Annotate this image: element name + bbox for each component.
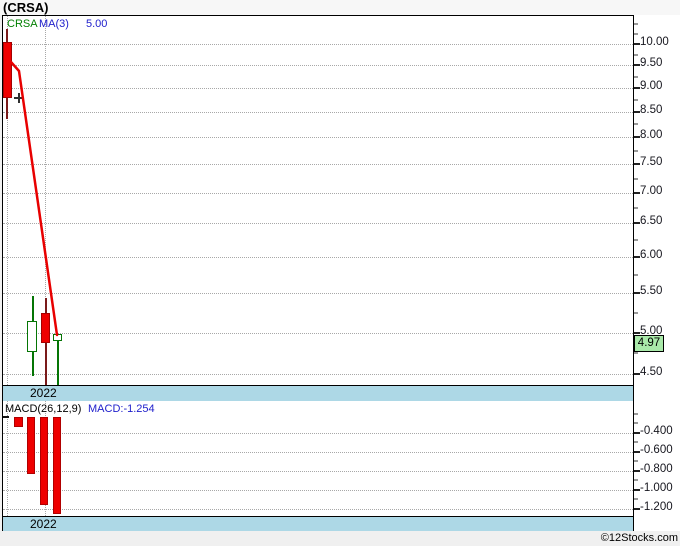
price-axis-label: 6.50 xyxy=(640,215,663,227)
gridline-h xyxy=(3,471,633,472)
price-axis-minor-tick xyxy=(634,150,638,152)
price-axis-label: 7.00 xyxy=(640,185,663,197)
macd-axis-minor-tick xyxy=(634,441,638,443)
macd-bar-3 xyxy=(40,417,48,505)
price-axis-minor-tick xyxy=(634,123,638,125)
price-axis-minor-tick xyxy=(634,54,638,56)
legend-ma-label: MA(3) xyxy=(39,18,69,30)
copyright-link[interactable]: ©12Stocks.com xyxy=(478,531,678,546)
macd-bar-1 xyxy=(14,417,23,427)
price-xaxis-year: 2022 xyxy=(30,386,57,400)
macd-axis-minor-tick xyxy=(634,479,638,481)
price-axis-minor-tick xyxy=(634,99,638,101)
macd-legend-value: MACD:-1.254 xyxy=(88,403,155,415)
macd-axis-minor-tick xyxy=(634,498,638,500)
macd-axis-label: -0.800 xyxy=(640,463,673,475)
macd-panel: MACD(26,12,9) MACD:-1.254 2022 xyxy=(2,400,634,531)
gridline-h xyxy=(3,433,633,434)
gridline-h xyxy=(3,490,633,491)
gridline-h xyxy=(3,452,633,453)
price-axis-label: 10.00 xyxy=(640,36,669,48)
gridline-v xyxy=(7,401,8,516)
price-panel: CRSA MA(3) 5.00 2022 xyxy=(2,15,634,401)
price-xaxis-band: 2022 xyxy=(3,385,633,401)
ma3-line xyxy=(9,60,59,337)
macd-xaxis-band: 2022 xyxy=(3,516,633,531)
gridline-h xyxy=(3,509,633,510)
macd-axis-minor-tick xyxy=(634,413,638,415)
price-axis-minor-tick xyxy=(634,239,638,241)
macd-axis-minor-tick xyxy=(634,422,638,424)
stock-chart-widget: (CRSA) CRSA MA(3) 5.00 2022 10.00 9.50 9… xyxy=(0,0,680,546)
macd-axis-label: -0.600 xyxy=(640,444,673,456)
macd-left-tick xyxy=(3,416,9,418)
price-axis-label: 4.50 xyxy=(640,366,663,378)
price-axis-label: 6.00 xyxy=(640,249,663,261)
price-axis-minor-tick xyxy=(634,207,638,209)
price-axis-minor-tick xyxy=(634,178,638,180)
price-axis-minor-tick xyxy=(634,312,638,314)
price-axis-label: 8.00 xyxy=(640,129,663,141)
price-axis-label: 5.50 xyxy=(640,285,663,297)
price-axis-minor-tick xyxy=(634,23,638,25)
macd-axis-label: -1.200 xyxy=(640,501,673,513)
chart-title: (CRSA) xyxy=(3,0,49,15)
macd-xaxis-year: 2022 xyxy=(30,517,57,531)
price-axis-label: 7.50 xyxy=(640,156,663,168)
price-axis-label: 9.50 xyxy=(640,57,663,69)
title-strip: (CRSA) xyxy=(0,0,680,15)
price-axis-label: 8.50 xyxy=(640,104,663,116)
legend-symbol: CRSA xyxy=(7,18,38,30)
macd-bar-4 xyxy=(53,417,61,514)
price-axis-minor-tick xyxy=(634,274,638,276)
macd-legend-label: MACD(26,12,9) xyxy=(5,403,82,415)
macd-bar-2 xyxy=(27,417,35,474)
last-price-tag: 4.97 xyxy=(634,335,664,352)
macd-axis-label: -0.400 xyxy=(640,425,673,437)
legend-ma-value: 5.00 xyxy=(86,18,108,30)
price-axis-minor-tick xyxy=(634,33,638,35)
macd-axis-label: -1.000 xyxy=(640,482,673,494)
price-axis-minor-tick xyxy=(634,352,638,354)
price-axis-minor-tick xyxy=(634,76,638,78)
macd-axis-minor-tick xyxy=(634,460,638,462)
price-axis-label: 9.00 xyxy=(640,80,663,92)
